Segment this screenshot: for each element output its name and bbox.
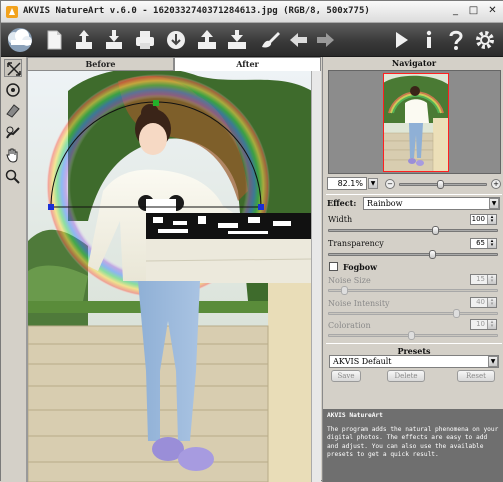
load-preset-icon[interactable] [163,27,189,53]
noise-intensity-field[interactable]: 40 ▴ ▾ [470,297,497,308]
help-title: AKVIS NatureArt [327,412,383,419]
coloration-value: 10 [476,320,485,328]
akvis-logo-icon[interactable] [3,25,37,55]
width-field[interactable]: 100 ▴ ▾ [470,214,497,225]
image-canvas[interactable] [27,71,311,482]
noise-size-field[interactable]: 15 ▴ ▾ [470,274,497,285]
info-icon[interactable] [416,27,442,53]
noise-size-label: Noise Size [328,276,371,285]
save-icon[interactable] [101,27,127,53]
width-spinner-icon[interactable]: ▴ ▾ [487,215,496,224]
effect-value: Rainbow [367,199,403,208]
noise-intensity-slider-thumb[interactable] [453,309,460,318]
divider [326,194,502,195]
zoom-controls: 82.1% ▼ − + [327,177,503,191]
help-text: The program adds the natural phenomena o… [327,425,499,459]
window-title: AKVIS NatureArt v.6.0 - 1620332740371284… [23,6,370,16]
hand-tool-icon[interactable] [4,146,22,164]
transparency-label: Transparency [328,239,384,248]
noise-size-spinner-icon[interactable]: ▴ ▾ [487,275,496,284]
brush-icon[interactable] [257,27,283,53]
preset-select[interactable]: AKVIS Default ▼ [329,355,499,368]
preset-value: AKVIS Default [333,357,392,366]
minimize-button[interactable]: _ [447,4,464,19]
new-document-icon[interactable] [41,27,67,53]
width-slider-thumb[interactable] [432,226,439,235]
width-label: Width [328,215,353,224]
coloration-slider-thumb[interactable] [408,331,415,340]
effect-select[interactable]: Rainbow ▼ [363,197,500,210]
effect-dropdown-icon[interactable]: ▼ [489,198,499,209]
close-button[interactable]: ✕ [484,4,501,19]
navigator-title: Navigator [391,58,437,68]
width-slider-track[interactable] [328,229,498,232]
zoom-tool-icon[interactable] [4,168,22,186]
width-value: 100 [471,215,485,223]
zoom-dropdown-icon[interactable]: ▼ [368,178,378,189]
transparency-slider-thumb[interactable] [429,250,436,259]
app-icon [6,6,18,18]
coloration-field[interactable]: 10 ▴ ▾ [470,319,497,330]
preset-reset-button[interactable]: Reset [457,370,495,382]
canvas-scrollbar[interactable] [311,71,321,482]
app-window: AKVIS NatureArt v.6.0 - 1620332740371284… [0,0,503,482]
eraser-tool-icon[interactable] [4,101,22,119]
download-icon[interactable] [224,27,250,53]
forward-icon[interactable] [312,27,338,53]
noise-size-value: 15 [476,275,485,283]
transparency-spinner-icon[interactable]: ▴ ▾ [487,239,496,248]
view-tabs: Before After [27,57,321,71]
zoom-in-icon[interactable]: + [491,179,501,189]
tab-after[interactable]: After [174,57,321,71]
photo-preview [28,71,311,482]
settings-icon[interactable] [472,27,498,53]
help-icon[interactable] [443,27,469,53]
maximize-button[interactable]: □ [465,4,482,19]
settings-panel: Navigator 82.1% ▼ − + Effect: Rainbow ▼ … [322,57,503,482]
history-brush-icon[interactable] [4,124,22,142]
title-bar: AKVIS NatureArt v.6.0 - 1620332740371284… [1,1,503,23]
print-icon[interactable] [132,27,158,53]
zoom-out-icon[interactable]: − [385,179,395,189]
toolbar [1,23,503,57]
transparency-slider-track[interactable] [328,253,498,256]
preset-delete-button[interactable]: Delete [387,370,425,382]
zoom-field[interactable]: 82.1% [327,177,367,190]
noise-intensity-slider-track[interactable] [328,312,498,315]
target-tool-icon[interactable] [4,81,22,99]
zoom-slider-thumb[interactable] [437,180,444,189]
divider [326,343,502,344]
left-toolbar [1,57,27,482]
run-icon[interactable] [388,27,414,53]
noise-size-slider-thumb[interactable] [341,286,348,295]
share-icon[interactable] [194,27,220,53]
help-panel: AKVIS NatureArt The program adds the nat… [323,409,503,482]
transform-tool-icon[interactable] [4,59,22,77]
noise-intensity-label: Noise Intensity [328,299,390,308]
preset-dropdown-icon[interactable]: ▼ [488,356,498,367]
transparency-value: 65 [476,239,485,247]
noise-size-slider-track[interactable] [328,289,498,292]
navigator-box[interactable] [328,70,501,174]
back-icon[interactable] [286,27,312,53]
fogbow-label: Fogbow [343,262,377,272]
transparency-field[interactable]: 65 ▴ ▾ [470,238,497,249]
fogbow-checkbox[interactable] [329,262,338,271]
coloration-label: Coloration [328,321,371,330]
tab-before[interactable]: Before [27,57,174,71]
effect-label: Effect: [327,198,357,208]
navigator-viewport-frame[interactable] [383,73,449,172]
noise-intensity-value: 40 [476,298,485,306]
preset-save-button[interactable]: Save [331,370,361,382]
coloration-spinner-icon[interactable]: ▴ ▾ [487,320,496,329]
open-icon[interactable] [71,27,97,53]
noise-intensity-spinner-icon[interactable]: ▴ ▾ [487,298,496,307]
